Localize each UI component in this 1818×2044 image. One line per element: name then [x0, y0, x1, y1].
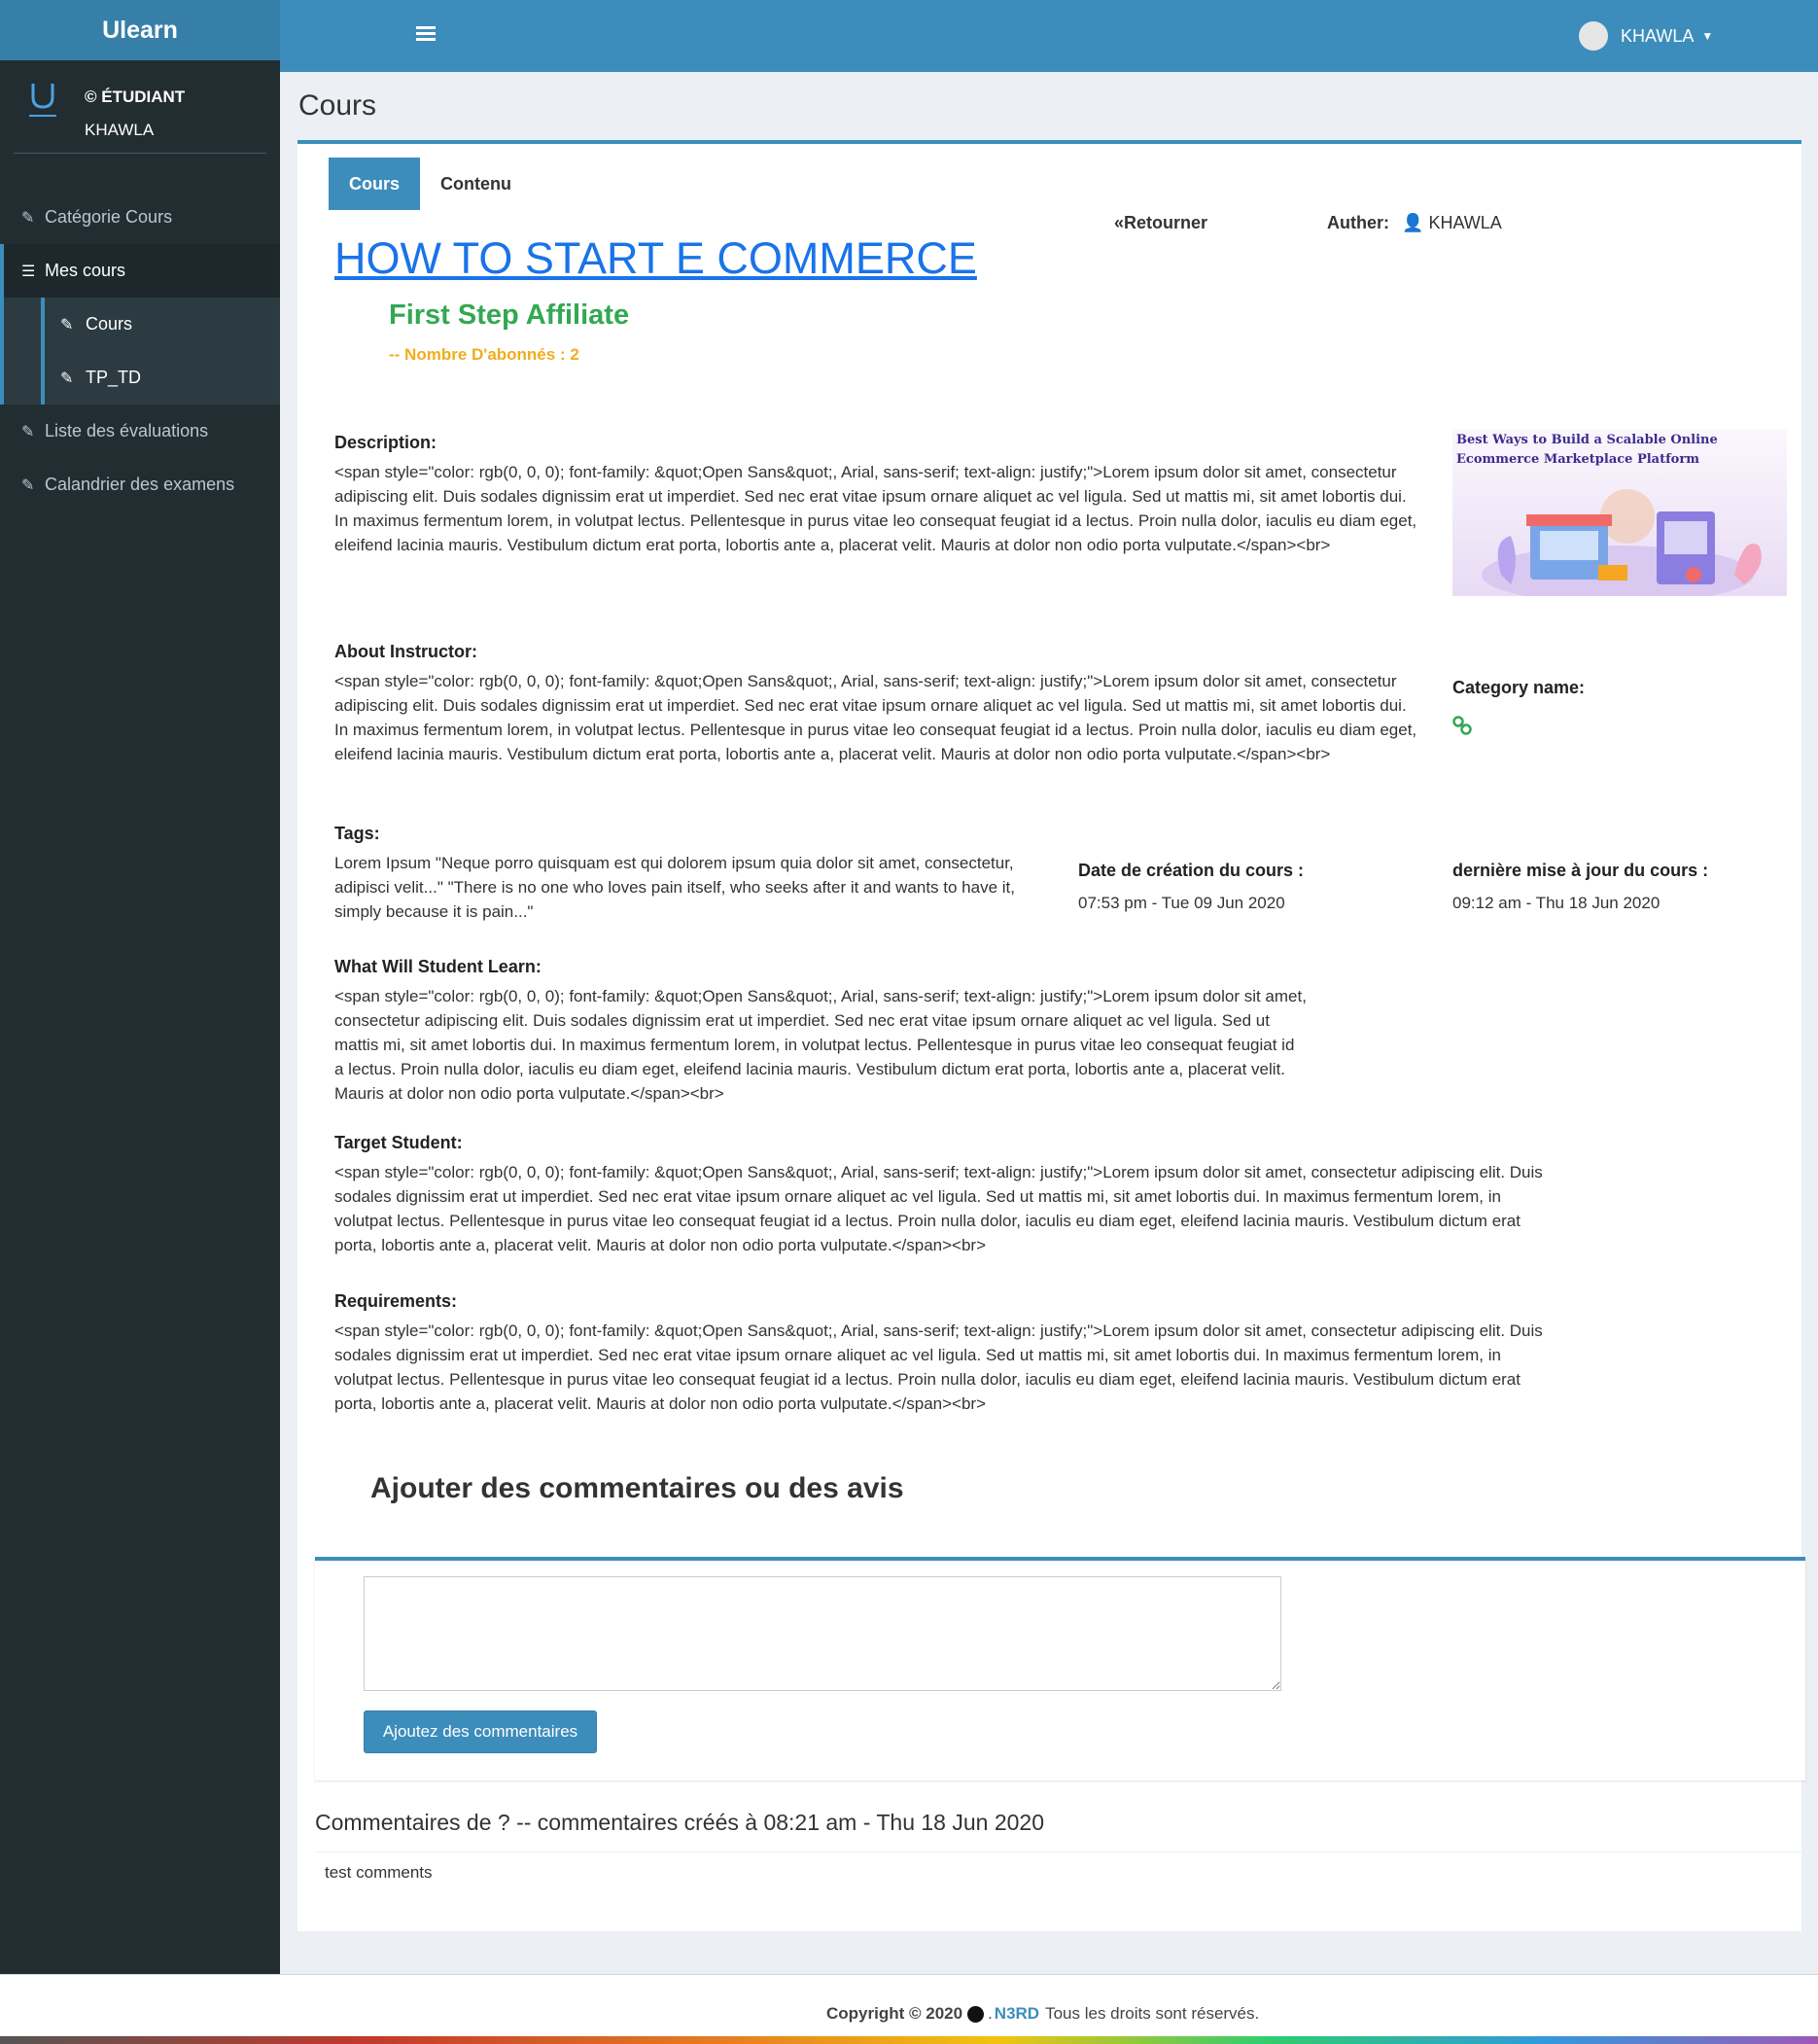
list-icon: ☰: [21, 263, 36, 280]
link-icon[interactable]: [1451, 715, 1473, 736]
decorative-gradient-bar: [0, 2036, 1818, 2044]
course-subtitle: First Step Affiliate: [389, 300, 630, 331]
edit-icon: ✎: [60, 316, 74, 334]
category-label: Category name:: [1452, 678, 1586, 697]
back-link[interactable]: «Retourner: [1114, 213, 1207, 233]
avatar: [1579, 21, 1608, 51]
description-label: Description:: [334, 433, 437, 452]
sidebar-item-liste-evaluations[interactable]: ✎ Liste des évaluations: [0, 405, 280, 458]
edit-icon: ✎: [21, 209, 35, 227]
footer: Copyright © 2020 . N3RD Tous les droits …: [0, 1974, 1818, 2036]
comment-form: Ajoutez des commentaires: [315, 1557, 1805, 1780]
top-navbar: KHAWLA ▼: [280, 0, 1818, 72]
updated-date-value: 09:12 am - Thu 18 Jun 2020: [1452, 894, 1661, 912]
hamburger-icon[interactable]: [416, 23, 436, 45]
course-box: Cours Contenu «Retourner Auther: 👤 KHAWL…: [297, 140, 1805, 1931]
add-comment-button[interactable]: Ajoutez des commentaires: [364, 1710, 597, 1753]
tab-bar: Cours Contenu: [329, 158, 532, 210]
tags-text: Lorem Ipsum "Neque porro quisquam est qu…: [334, 854, 1015, 921]
sidebar-submenu: ✎ Cours ✎ TP_TD: [0, 298, 280, 405]
sidebar-subitem-label: Cours: [86, 314, 133, 334]
author-name: KHAWLA: [1428, 213, 1502, 232]
tab-cours[interactable]: Cours: [329, 158, 421, 210]
comment-heading: Ajouter des commentaires ou des avis: [370, 1472, 904, 1504]
footer-rights: Tous les droits sont réservés.: [1045, 2004, 1260, 2023]
instructor-label: About Instructor:: [334, 642, 477, 661]
created-date-value: 07:53 pm - Tue 09 Jun 2020: [1078, 894, 1285, 912]
sidebar-menu: ✎ Catégorie Cours ☰ Mes cours ✎ Cours ✎ …: [0, 191, 280, 511]
user-menu[interactable]: KHAWLA ▼: [1579, 21, 1713, 51]
footer-brand-link[interactable]: N3RD: [995, 2004, 1039, 2024]
subscribers-count: -- Nombre D'abonnés : 2: [389, 345, 579, 364]
brand-logo[interactable]: Ulearn: [0, 0, 280, 60]
course-title-link[interactable]: HOW TO START E COMMERCE: [334, 233, 977, 284]
comment-textarea[interactable]: [364, 1576, 1281, 1691]
tags-label: Tags:: [334, 824, 380, 843]
learn-text: <span style="color: rgb(0, 0, 0); font-f…: [334, 987, 1307, 1103]
learn-label: What Will Student Learn:: [334, 957, 542, 976]
description-text: <span style="color: rgb(0, 0, 0); font-f…: [334, 463, 1417, 554]
sidebar-item-mes-cours[interactable]: ☰ Mes cours: [0, 244, 280, 298]
user-menu-name: KHAWLA: [1621, 25, 1695, 46]
comment-body: test comments: [325, 1863, 433, 1882]
footer-copyright: Copyright © 2020: [826, 2004, 963, 2023]
edit-icon: ✎: [21, 476, 35, 494]
sidebar-item-categorie-cours[interactable]: ✎ Catégorie Cours: [0, 191, 280, 244]
requirements-label: Requirements:: [334, 1291, 458, 1311]
page-title: Cours: [298, 89, 377, 122]
target-label: Target Student:: [334, 1133, 463, 1152]
sidebar-subitem-cours[interactable]: ✎ Cours: [0, 298, 280, 351]
updated-date-label: dernière mise à jour du cours :: [1452, 861, 1709, 880]
target-text: <span style="color: rgb(0, 0, 0); font-f…: [334, 1163, 1543, 1254]
user-name: KHAWLA: [85, 121, 155, 139]
author-info: Auther: 👤 KHAWLA: [1327, 213, 1502, 233]
user-role: © ÉTUDIANT: [85, 88, 186, 106]
course-thumbnail: Best Ways to Build a Scalable Online Eco…: [1452, 429, 1787, 596]
sidebar-item-label: Calandrier des examens: [45, 475, 235, 494]
tab-contenu[interactable]: Contenu: [420, 158, 532, 210]
sidebar-subitem-label: TP_TD: [86, 368, 142, 387]
sidebar-item-calendrier-examens[interactable]: ✎ Calandrier des examens: [0, 458, 280, 511]
ulearn-logo-icon: [29, 84, 56, 117]
instructor-text: <span style="color: rgb(0, 0, 0); font-f…: [334, 672, 1417, 763]
user-icon: 👤: [1402, 213, 1424, 232]
divider: [315, 1851, 1805, 1852]
n3rd-logo-icon: [967, 2005, 985, 2023]
sidebar-subitem-tp-td[interactable]: ✎ TP_TD: [0, 351, 280, 405]
caret-down-icon: ▼: [1701, 29, 1714, 43]
sidebar-item-label: Liste des évaluations: [45, 421, 209, 441]
edit-icon: ✎: [21, 423, 35, 441]
sidebar-item-label: Catégorie Cours: [45, 207, 173, 227]
author-label: Auther:: [1327, 213, 1389, 232]
created-date-label: Date de création du cours :: [1078, 861, 1305, 880]
ecommerce-illustration-icon: [1482, 489, 1762, 596]
sidebar-item-label: Mes cours: [45, 261, 126, 280]
edit-icon: ✎: [60, 370, 74, 387]
requirements-text: <span style="color: rgb(0, 0, 0); font-f…: [334, 1322, 1543, 1413]
sidebar: Ulearn © ÉTUDIANT KHAWLA ✎ Catégorie Cou…: [0, 0, 280, 1974]
user-panel: © ÉTUDIANT KHAWLA: [14, 60, 266, 154]
footer-text: Copyright © 2020 . N3RD Tous les droits …: [826, 2004, 1260, 2024]
comment-meta: Commentaires de ? -- commentaires créés …: [315, 1810, 1044, 1835]
